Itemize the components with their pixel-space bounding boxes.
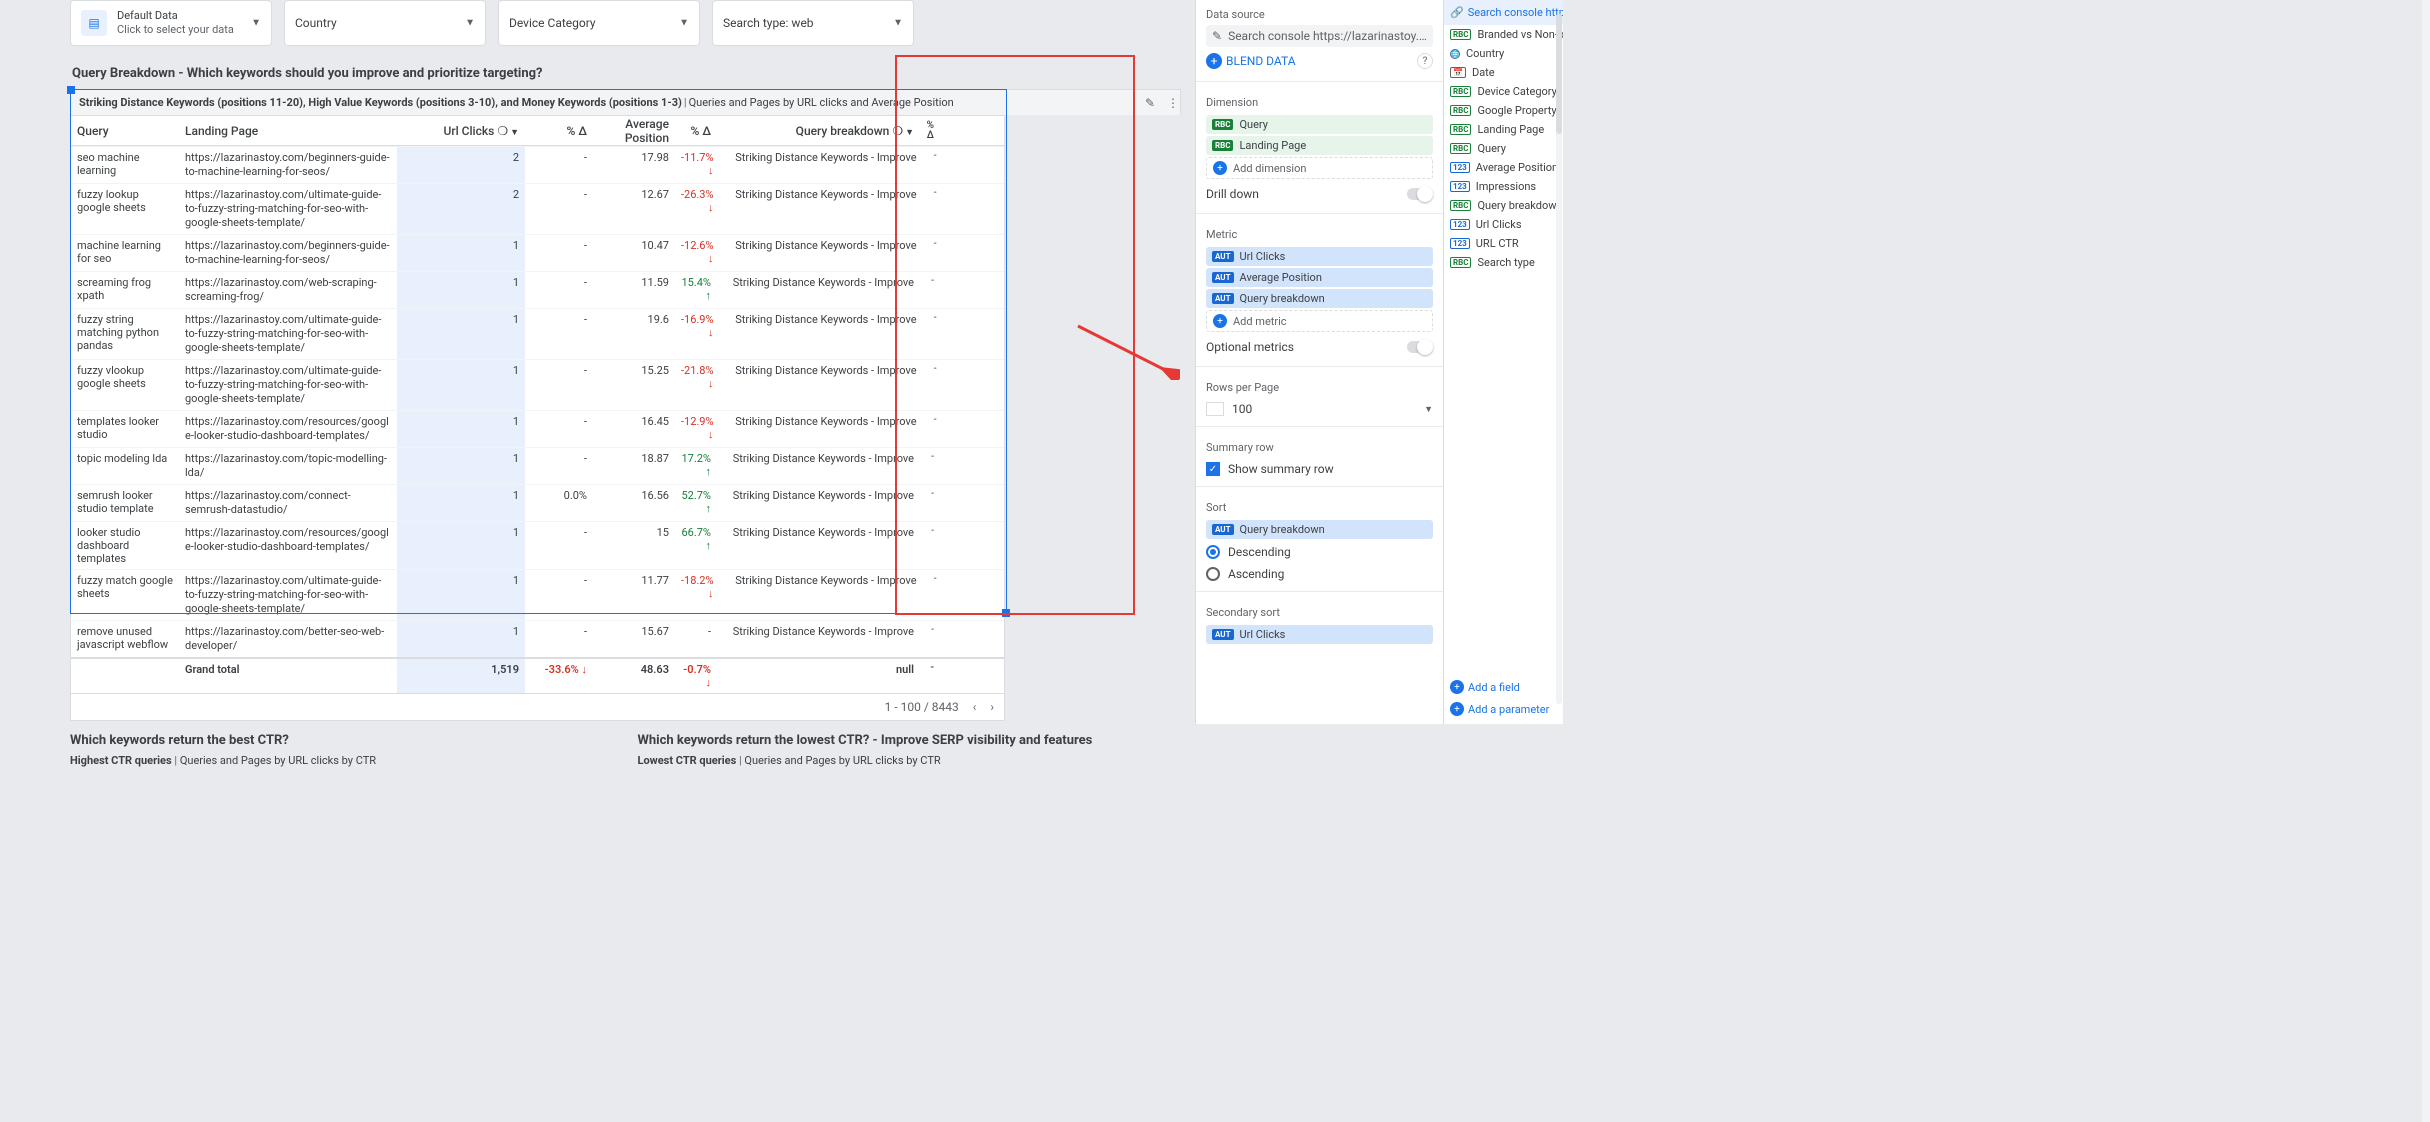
help-icon[interactable]: ?	[1417, 53, 1433, 69]
pager-next-icon[interactable]: ›	[990, 700, 994, 714]
rows-per-page-select[interactable]: 100 ▼	[1196, 398, 1443, 420]
field-item[interactable]: RBCSearch type	[1444, 253, 1563, 272]
chevron-down-icon: ▼	[251, 18, 261, 29]
metric-pill[interactable]: AUTQuery breakdown	[1206, 289, 1433, 308]
add-parameter-button[interactable]: +Add a parameter	[1444, 698, 1563, 720]
col-query[interactable]: Query	[71, 120, 179, 142]
show-summary-row-checkbox[interactable]: ✓ Show summary row	[1196, 458, 1443, 480]
field-item[interactable]: RBCQuery	[1444, 139, 1563, 158]
connector-icon: 🔗	[1450, 6, 1464, 19]
summary-row: Grand total 1,519 -33.6% ↓ 48.63 -0.7% ↓…	[71, 657, 1004, 693]
sort-field-pill[interactable]: AUTQuery breakdown	[1206, 520, 1433, 539]
blend-data-button[interactable]: +BLEND DATA	[1206, 53, 1296, 69]
add-metric-button[interactable]: +Add metric	[1206, 310, 1433, 332]
table-row[interactable]: looker studio dashboard templates https:…	[71, 521, 1004, 569]
field-item[interactable]: 123URL CTR	[1444, 234, 1563, 253]
add-dimension-button[interactable]: +Add dimension	[1206, 157, 1433, 179]
more-icon[interactable]: ⋮	[1167, 96, 1179, 110]
table-row[interactable]: fuzzy string matching python pandas http…	[71, 308, 1004, 359]
metric-pill[interactable]: AUTAverage Position	[1206, 268, 1433, 287]
edit-icon[interactable]: ✎	[1145, 96, 1155, 110]
filter-data-label: Default Data	[117, 9, 234, 23]
chevron-down-icon: ▼	[465, 18, 475, 29]
table-row[interactable]: machine learning for seo https://lazarin…	[71, 234, 1004, 271]
table-chart[interactable]: ✎ ⋮ Striking Distance Keywords (position…	[70, 89, 1181, 721]
field-item[interactable]: RBCLanding Page	[1444, 120, 1563, 139]
pager-info: 1 - 100 / 8443	[885, 700, 959, 714]
sort-desc-radio[interactable]: Descending	[1196, 541, 1443, 563]
optional-metrics-toggle[interactable]	[1407, 341, 1433, 353]
chevron-down-icon: ▼	[1424, 404, 1433, 415]
table-row[interactable]: fuzzy match google sheets https://lazari…	[71, 569, 1004, 620]
col-avg-position[interactable]: Average Position	[593, 113, 675, 149]
data-source-select[interactable]: ✎ Search console https://lazarinastoy.co…	[1206, 25, 1433, 47]
filter-search-type[interactable]: Search type: web ▼	[712, 0, 914, 46]
drill-down-toggle[interactable]	[1407, 188, 1433, 200]
lowest-ctr-card: Which keywords return the lowest CTR? - …	[638, 733, 1182, 767]
table-row[interactable]: templates looker studio https://lazarina…	[71, 410, 1004, 447]
filter-data-sub: Click to select your data	[117, 23, 234, 37]
filter-device[interactable]: Device Category ▼	[498, 0, 700, 46]
field-item[interactable]: RBCDevice Category	[1444, 82, 1563, 101]
chart-subtitle: Striking Distance Keywords (positions 11…	[70, 89, 1181, 115]
data-source-icon: ▤	[81, 10, 107, 36]
table-row[interactable]: remove unused javascript webflow https:/…	[71, 620, 1004, 657]
table-row[interactable]: seo machine learning https://lazarinasto…	[71, 146, 1004, 183]
col-delta-1[interactable]: % Δ	[525, 120, 593, 142]
metric-pill[interactable]: AUTUrl Clicks	[1206, 247, 1433, 266]
table-row[interactable]: screaming frog xpath https://lazarinasto…	[71, 271, 1004, 308]
field-item[interactable]: 📅Date	[1444, 63, 1563, 82]
property-panel: Data source ✎ Search console https://laz…	[1195, 0, 1443, 724]
filter-default-data[interactable]: ▤ Default Data Click to select your data…	[70, 0, 272, 46]
data-table: Query Landing Page Url Clicks ❍▼ % Δ Ave…	[70, 115, 1005, 721]
fields-scrollbar[interactable]	[1556, 14, 1562, 704]
field-item[interactable]: 123Average Position	[1444, 158, 1563, 177]
field-item[interactable]: RBCQuery breakdown	[1444, 196, 1563, 215]
best-ctr-card: Which keywords return the best CTR? High…	[70, 733, 614, 767]
filter-bar: ▤ Default Data Click to select your data…	[70, 0, 1181, 60]
dimension-pill[interactable]: RBCLanding Page	[1206, 136, 1433, 155]
table-row[interactable]: fuzzy vlookup google sheets https://laza…	[71, 359, 1004, 410]
field-item[interactable]: 🌐Country	[1444, 44, 1563, 63]
pencil-icon: ✎	[1212, 29, 1222, 43]
rows-icon	[1206, 402, 1224, 416]
field-item[interactable]: 123Url Clicks	[1444, 215, 1563, 234]
field-item[interactable]: RBCBranded vs Non-branded	[1444, 25, 1563, 44]
checkbox-checked-icon: ✓	[1206, 462, 1220, 476]
col-delta-2[interactable]: % Δ	[675, 120, 717, 142]
table-pager: 1 - 100 / 8443 ‹ ›	[71, 693, 1004, 720]
col-url-clicks[interactable]: Url Clicks ❍▼	[397, 120, 525, 142]
field-item[interactable]: 123Impressions	[1444, 177, 1563, 196]
table-header: Query Landing Page Url Clicks ❍▼ % Δ Ave…	[71, 116, 1004, 146]
table-row[interactable]: semrush looker studio template https://l…	[71, 484, 1004, 521]
table-row[interactable]: topic modeling lda https://lazarinastoy.…	[71, 447, 1004, 484]
sort-asc-radio[interactable]: Ascending	[1196, 563, 1443, 585]
col-delta-3[interactable]: % Δ	[920, 117, 940, 145]
filter-country[interactable]: Country ▼	[284, 0, 486, 46]
chevron-down-icon: ▼	[893, 18, 903, 29]
section-title: Query Breakdown - Which keywords should …	[70, 60, 1181, 89]
pager-prev-icon[interactable]: ‹	[973, 700, 977, 714]
col-landing-page[interactable]: Landing Page	[179, 120, 397, 142]
chevron-down-icon: ▼	[679, 18, 689, 29]
fields-panel-header[interactable]: 🔗 Search console https://laz	[1444, 0, 1563, 25]
dimension-pill[interactable]: RBCQuery	[1206, 115, 1433, 134]
field-item[interactable]: RBCGoogle Property	[1444, 101, 1563, 120]
col-query-breakdown[interactable]: Query breakdown ❍▼	[717, 120, 920, 142]
table-row[interactable]: fuzzy lookup google sheets https://lazar…	[71, 183, 1004, 234]
plus-icon: +	[1206, 53, 1222, 69]
available-fields-panel: 🔗 Search console https://laz RBCBranded …	[1443, 0, 1563, 724]
secondary-sort-field-pill[interactable]: AUTUrl Clicks	[1206, 625, 1433, 644]
add-field-button[interactable]: +Add a field	[1444, 676, 1563, 698]
